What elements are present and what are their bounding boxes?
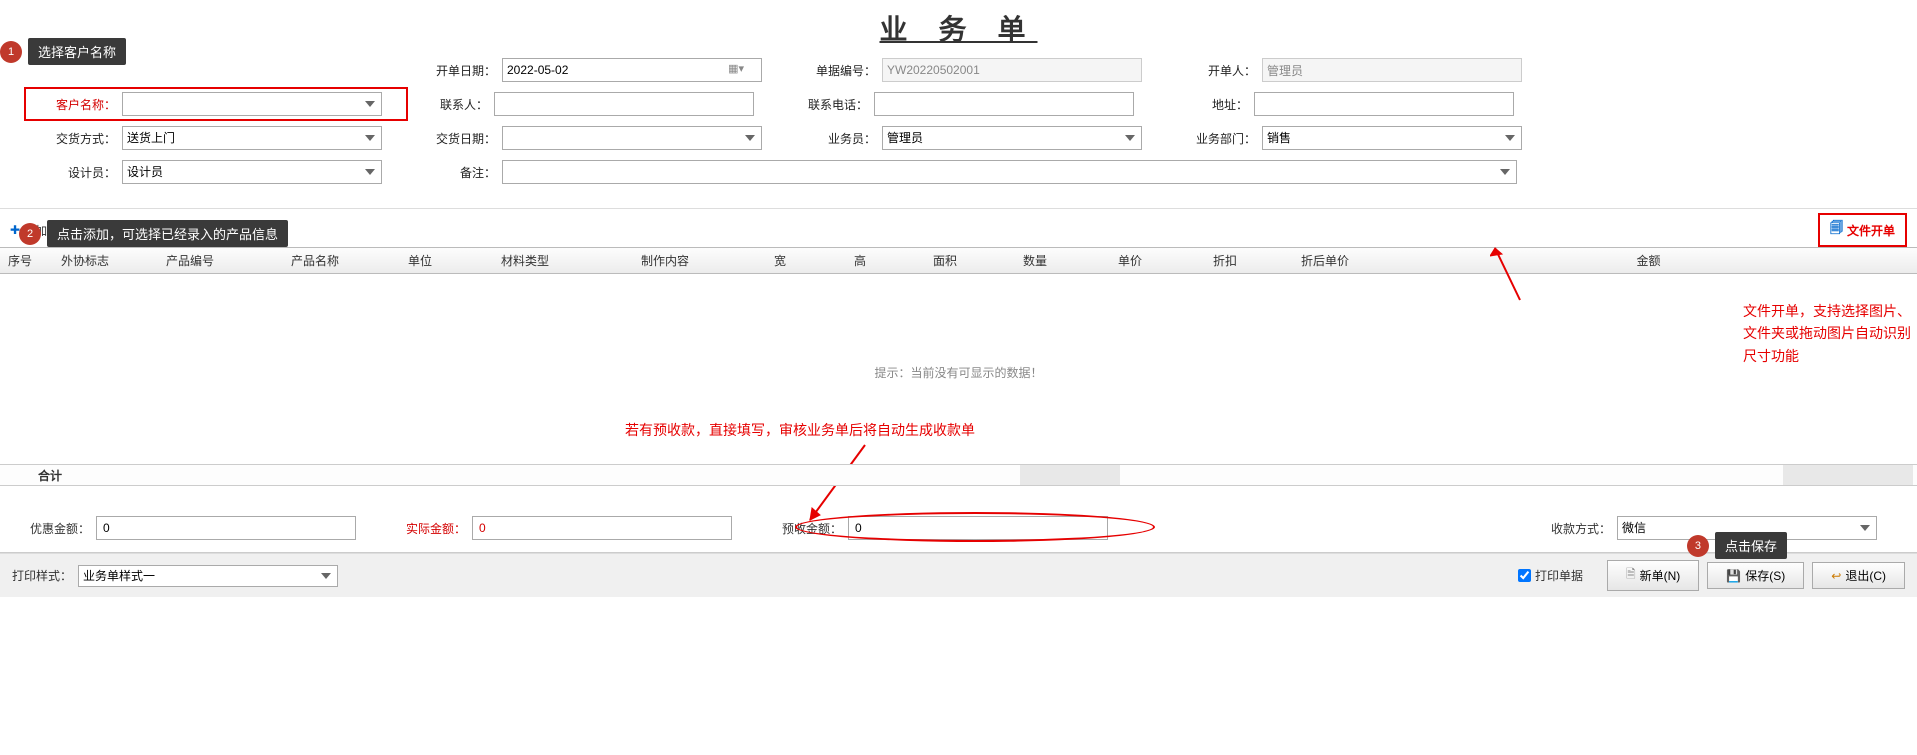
grid-empty-hint: 提示：当前没有可显示的数据！ [0,364,1917,381]
remark-label: 备注： [410,164,502,181]
footer: 打印样式： 业务单样式一 打印单据 🗎 新单(N) 💾 保存(S) ↩ 退出(C… [0,553,1917,597]
discount-label: 优惠金额： [30,520,90,537]
dept-label: 业务部门： [1170,130,1262,147]
col-product-no: 产品编号 [130,248,250,273]
new-button[interactable]: 🗎 新单(N) [1607,560,1699,591]
print-checkbox[interactable]: 打印单据 [1518,567,1583,584]
file-open-icon: 🗐 [1830,219,1843,241]
col-disc-price: 折后单价 [1270,248,1380,273]
billing-date-input[interactable] [502,58,762,82]
save-button[interactable]: 💾 保存(S) [1707,562,1804,589]
file-open-button[interactable]: 🗐 文件开单 [1818,213,1907,247]
col-discount: 折扣 [1180,248,1270,273]
annotation-file-open: 文件开单，支持选择图片、文件夹或拖动图片自动识别尺寸功能 [1743,300,1913,367]
callout-2-label: 点击添加，可选择已经录入的产品信息 [47,220,288,247]
exit-icon: ↩ [1831,569,1841,583]
callout-2: 2 点击添加，可选择已经录入的产品信息 [19,220,288,247]
print-style-label: 打印样式： [12,567,72,584]
new-button-label: 新单(N) [1640,567,1681,584]
save-icon: 💾 [1726,569,1741,583]
address-label: 地址： [1162,96,1254,113]
designer-select[interactable]: 设计员 [122,160,382,184]
designer-label: 设计员： [30,164,122,181]
creator-input [1262,58,1522,82]
form-area: 1 选择客户名称 开单日期： ▦▾ 单据编号： 开单人： 客户名称： 联系人： [0,50,1917,209]
col-seq: 序号 [0,248,40,273]
discount-input[interactable] [96,516,356,540]
annotation-prepay: 若有预收款，直接填写，审核业务单后将自动生成收款单 [625,420,975,440]
col-qty: 数量 [990,248,1080,273]
doc-no-label: 单据编号： [790,62,882,79]
delivery-date-select[interactable] [502,126,762,150]
col-unit: 单位 [380,248,460,273]
summary-row: 优惠金额： 实际金额： 预收金额： 收款方式： 微信 [0,486,1917,553]
col-price: 单价 [1080,248,1180,273]
print-checkbox-input[interactable] [1518,569,1531,582]
callout-3-number: 3 [1687,535,1709,557]
dept-select[interactable]: 销售 [1262,126,1522,150]
customer-label: 客户名称： [30,96,122,113]
callout-1-number: 1 [0,41,22,63]
save-button-label: 保存(S) [1745,567,1785,584]
customer-select[interactable] [122,92,382,116]
delivery-method-select[interactable]: 送货上门 [122,126,382,150]
grid-totals-row: 合计 [0,464,1917,486]
grid-header: 序号 外协标志 产品编号 产品名称 单位 材料类型 制作内容 宽 高 面积 数量… [0,247,1917,274]
callout-1-label: 选择客户名称 [28,38,126,65]
col-outsource: 外协标志 [40,248,130,273]
arrow-file-open [1490,240,1530,310]
contact-label: 联系人： [402,96,494,113]
callout-3: 3 点击保存 [1687,532,1787,559]
print-style-select[interactable]: 业务单样式一 [78,565,338,587]
doc-no-input [882,58,1142,82]
paymethod-label: 收款方式： [1551,520,1611,537]
prepay-label: 预收金额： [782,520,842,537]
phone-input[interactable] [874,92,1134,116]
exit-button-label: 退出(C) [1845,567,1886,584]
col-width: 宽 [740,248,820,273]
address-input[interactable] [1254,92,1514,116]
creator-label: 开单人： [1170,62,1262,79]
contact-input[interactable] [494,92,754,116]
col-area: 面积 [900,248,990,273]
page-title: 业 务 单 [0,0,1917,50]
col-amount: 金额 [1380,248,1917,273]
callout-1: 1 选择客户名称 [0,38,126,65]
new-icon: 🗎 [1626,565,1636,586]
billing-date-label: 开单日期： [410,62,502,79]
salesman-label: 业务员： [790,130,882,147]
actual-input[interactable] [472,516,732,540]
grid-totals-label: 合计 [38,467,62,484]
col-content: 制作内容 [590,248,740,273]
delivery-date-label: 交货日期： [410,130,502,147]
actual-label: 实际金额： [406,520,466,537]
col-height: 高 [820,248,900,273]
callout-3-label: 点击保存 [1715,532,1787,559]
col-material: 材料类型 [460,248,590,273]
file-open-label: 文件开单 [1847,222,1895,239]
prepay-input[interactable] [848,516,1108,540]
salesman-select[interactable]: 管理员 [882,126,1142,150]
col-product-name: 产品名称 [250,248,380,273]
print-checkbox-label: 打印单据 [1535,567,1583,584]
delivery-method-label: 交货方式： [30,130,122,147]
callout-2-number: 2 [19,223,41,245]
remark-select[interactable] [502,160,1517,184]
exit-button[interactable]: ↩ 退出(C) [1812,562,1905,589]
phone-label: 联系电话： [782,96,874,113]
